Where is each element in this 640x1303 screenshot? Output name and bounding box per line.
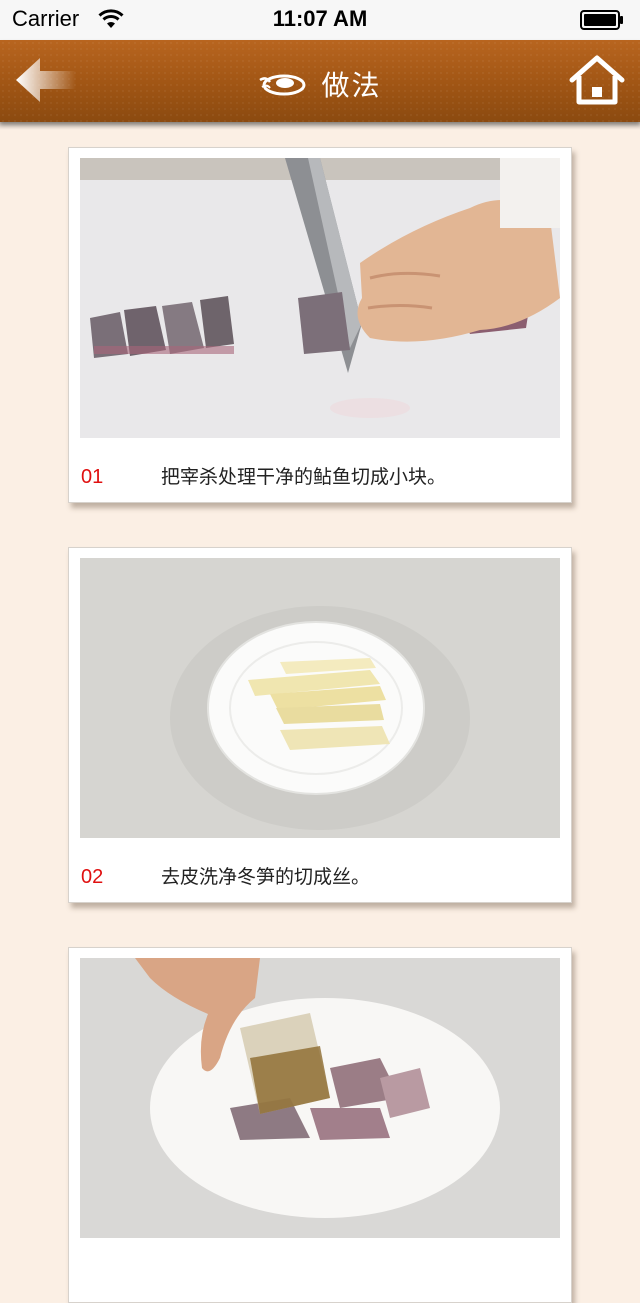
step-number: 01: [81, 466, 104, 488]
step-photo: [80, 958, 560, 1238]
status-bar: Carrier 11:07 AM: [0, 0, 640, 40]
battery-icon: [580, 10, 623, 30]
page-title: 做法: [321, 69, 382, 102]
fish-cutting-image: [80, 158, 560, 438]
marinating-fish-image: [80, 958, 560, 1238]
step-card[interactable]: [68, 947, 572, 1303]
step-card[interactable]: 02 去皮洗净冬笋的切成丝。: [68, 547, 572, 903]
home-icon[interactable]: [568, 54, 626, 106]
step-description: 把宰杀处理干净的鲇鱼切成小块。: [161, 466, 447, 488]
bamboo-shoots-image: [80, 558, 560, 838]
plate-icon: [259, 74, 306, 96]
status-time: 11:07 AM: [272, 6, 368, 31]
step-photo: [80, 158, 560, 438]
step-description: 去皮洗净冬笋的切成丝。: [161, 866, 371, 888]
step-card[interactable]: 01 把宰杀处理干净的鲇鱼切成小块。: [68, 147, 572, 503]
navigation-bar: 做法: [0, 40, 640, 122]
step-photo: [80, 558, 560, 838]
step-number: 02: [81, 866, 104, 888]
navbar-shadow: [0, 122, 640, 130]
